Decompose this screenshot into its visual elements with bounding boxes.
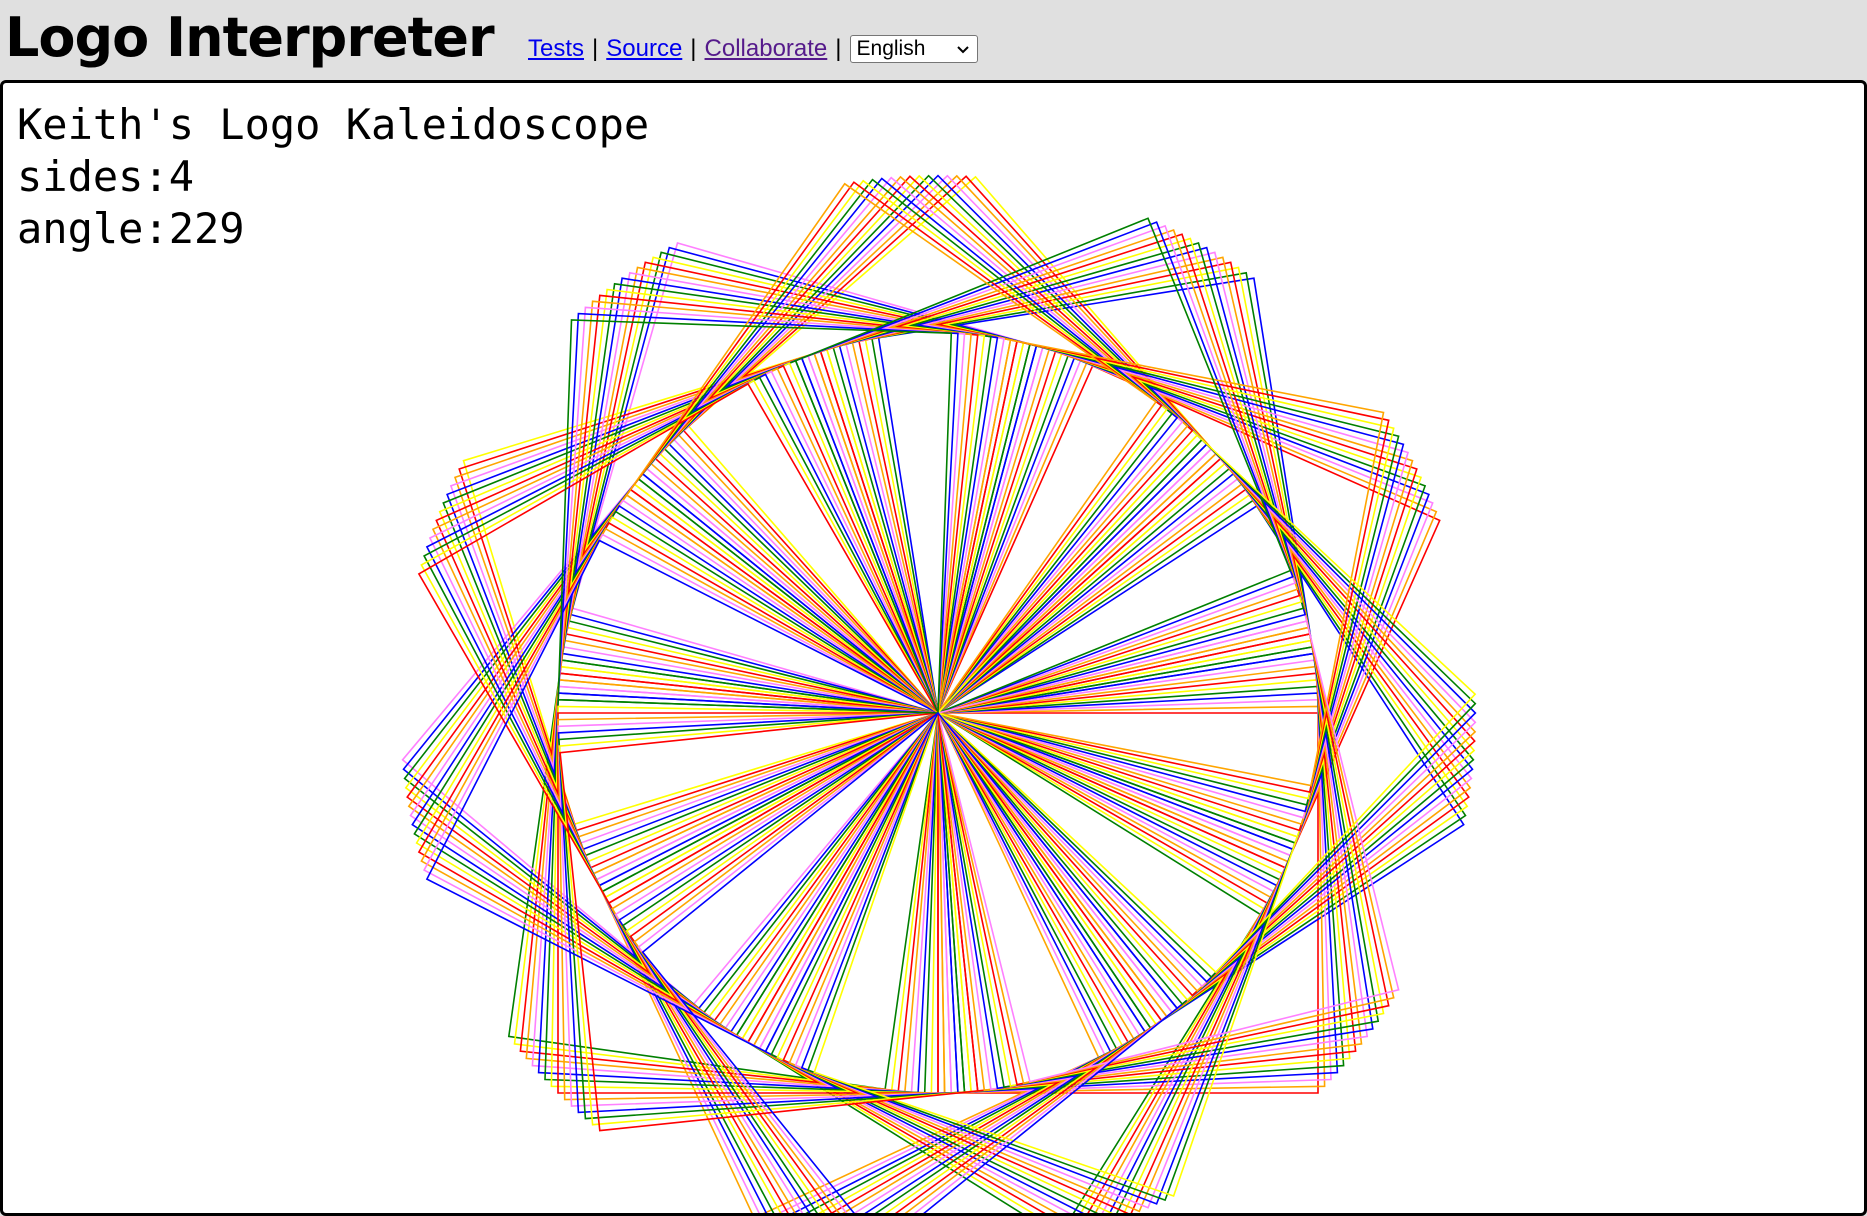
kaleidoscope-square [415, 516, 940, 1040]
tests-link[interactable]: Tests [528, 35, 584, 63]
kaleidoscope-square [607, 711, 1130, 1213]
nav-separator: | [690, 35, 697, 62]
kaleidoscope-square [438, 362, 940, 863]
app-title: Logo Interpreter [5, 6, 495, 69]
kaleidoscope-square [604, 711, 1124, 1213]
kaleidoscope-square [788, 711, 1289, 1213]
kaleidoscope-square [601, 711, 1118, 1213]
kaleidoscope-square [936, 452, 1477, 993]
header-bar: Logo Interpreter Tests | Source | Collab… [0, 0, 1867, 80]
kaleidoscope-square [782, 711, 1287, 1213]
kaleidoscope-squares [401, 174, 1477, 1213]
kaleidoscope-square [595, 711, 1106, 1213]
kaleidoscope-square [663, 174, 1204, 715]
collaborate-link[interactable]: Collaborate [705, 35, 828, 63]
angle-readout: angle:229 [17, 204, 245, 253]
nav-links: Tests | Source | Collaborate | English [528, 32, 978, 66]
canvas-title: Keith's Logo Kaleidoscope [17, 100, 650, 149]
source-link[interactable]: Source [606, 35, 682, 63]
language-select[interactable]: English [849, 35, 978, 64]
language-selected-value: English [856, 37, 926, 60]
kaleidoscope-square [598, 711, 1112, 1213]
drawing-canvas[interactable]: Keith's Logo Kaleidoscope sides:4 angle:… [0, 80, 1867, 1216]
chevron-down-icon [955, 40, 971, 64]
kaleidoscope-square [557, 712, 939, 1094]
kaleidoscope-square [937, 659, 1369, 1091]
nav-separator: | [592, 35, 599, 62]
nav-separator: | [835, 35, 842, 62]
sides-readout: sides:4 [17, 152, 195, 201]
kaleidoscope-square [446, 357, 940, 851]
canvas-text: Keith's Logo Kaleidoscope sides:4 angle:… [17, 99, 649, 255]
kaleidoscope-square [658, 174, 1199, 715]
